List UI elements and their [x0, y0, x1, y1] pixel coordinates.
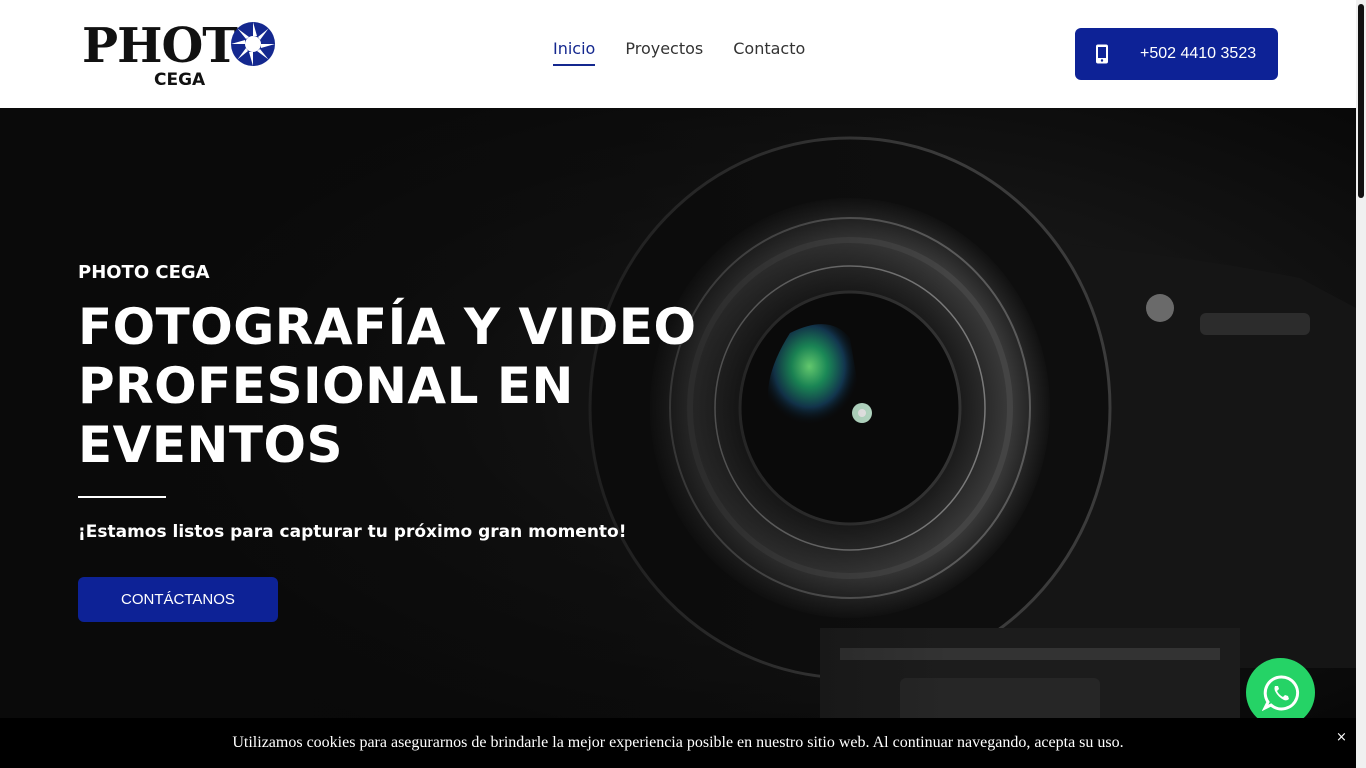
cookie-banner: Utilizamos cookies para asegurarnos de b… — [0, 718, 1356, 768]
hero-kicker: PHOTO CEGA — [78, 262, 210, 283]
page-scrollbar[interactable] — [1356, 0, 1366, 768]
cookie-notice-text: Utilizamos cookies para asegurarnos de b… — [232, 734, 1124, 751]
main-nav: Inicio Proyectos Contacto — [553, 38, 805, 66]
whatsapp-button[interactable] — [1246, 658, 1315, 727]
site-header: PHOT CEGA Inicio Proyectos Contacto +502… — [0, 0, 1356, 108]
whatsapp-icon — [1261, 674, 1299, 711]
nav-item-contacto[interactable]: Contacto — [733, 38, 805, 66]
nav-item-inicio[interactable]: Inicio — [553, 38, 596, 66]
nav-item-proyectos[interactable]: Proyectos — [625, 38, 703, 66]
mobile-phone-icon — [1096, 44, 1108, 64]
hero-title: FOTOGRAFÍA Y VIDEO PROFESIONAL EN EVENTO… — [78, 298, 697, 474]
phone-button[interactable]: +502 4410 3523 — [1075, 28, 1278, 80]
hero-divider — [78, 496, 166, 498]
site-logo[interactable]: PHOT CEGA — [82, 20, 276, 90]
aperture-icon — [231, 22, 275, 66]
hero-section: PHOTO CEGA FOTOGRAFÍA Y VIDEO PROFESIONA… — [0, 108, 1356, 768]
contact-cta-button[interactable]: CONTÁCTANOS — [78, 577, 278, 622]
hero-tagline: ¡Estamos listos para capturar tu próximo… — [78, 522, 627, 542]
logo-wordmark: PHOT — [82, 18, 238, 74]
scrollbar-thumb[interactable] — [1358, 4, 1364, 198]
logo-subtitle: CEGA — [154, 70, 206, 90]
phone-number: +502 4410 3523 — [1140, 45, 1257, 62]
cookie-close-button[interactable]: × — [1336, 730, 1347, 745]
